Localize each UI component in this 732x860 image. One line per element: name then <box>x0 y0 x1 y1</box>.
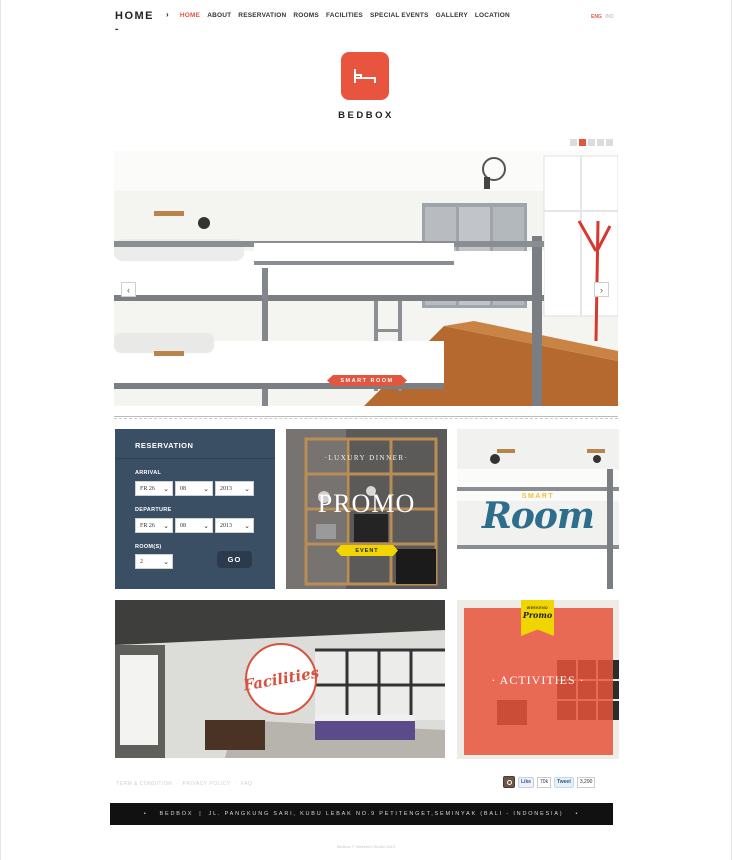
reservation-title-rule <box>115 458 275 459</box>
dorm-room-illustration <box>114 151 618 406</box>
address-bullet: • <box>143 811 148 817</box>
facebook-like-count: 70k <box>537 776 552 788</box>
chevron-left-icon: ‹ <box>127 284 130 295</box>
tweet-button[interactable]: Tweet <box>554 776 574 788</box>
footer-link-terms[interactable]: TERM & CONDITION <box>116 781 172 787</box>
slider-dot[interactable] <box>588 139 595 146</box>
address-brand: BEDBOX <box>159 811 194 817</box>
slider-dots <box>570 139 613 146</box>
nav-item-reservation[interactable]: RESERVATION <box>238 12 286 19</box>
nav-item-gallery[interactable]: GALLERY <box>436 12 468 19</box>
slider-dot[interactable] <box>597 139 604 146</box>
facebook-like-button[interactable]: Like <box>518 776 535 788</box>
footer-link-privacy[interactable]: PRIVACY POLICY <box>183 781 231 787</box>
home-brand-dash: - <box>115 24 120 35</box>
arrival-day-select[interactable]: FR 26 ⌄ <box>135 481 173 496</box>
go-button[interactable]: GO <box>217 551 252 568</box>
facilities-tile[interactable]: Facilities <box>115 600 445 758</box>
departure-label: DEPARTURE <box>135 507 172 513</box>
slider-dot-active[interactable] <box>579 139 586 146</box>
footer-links: TERM & CONDITION · PRIVACY POLICY · FAQ <box>116 781 252 787</box>
copyright-text: Bedbox © Weekend Studio 2013 <box>336 844 396 849</box>
tweet-count: 3,290 <box>576 776 596 788</box>
language-switch: ENG IND <box>591 14 614 20</box>
bed-icon <box>354 69 376 83</box>
nav-item-facilities[interactable]: FACILITIES <box>326 12 363 19</box>
footer-separator: · <box>234 781 237 787</box>
promo-event-tag: EVENT <box>336 545 398 556</box>
slider-dot[interactable] <box>570 139 577 146</box>
hero-slide-image <box>114 151 618 406</box>
chevron-right-icon: › <box>600 284 603 295</box>
chevron-down-icon: ⌄ <box>203 522 209 530</box>
lang-eng-link[interactable]: ENG <box>591 14 602 20</box>
departure-month-select[interactable]: 08 ⌄ <box>175 518 213 533</box>
social-buttons: Like 70k Tweet 3,290 <box>503 776 596 788</box>
departure-year-select[interactable]: 2013 ⌄ <box>215 518 254 533</box>
chevron-down-icon: ⌄ <box>163 485 169 493</box>
bedbox-logo[interactable] <box>341 52 389 100</box>
nav-item-about[interactable]: ABOUT <box>207 12 231 19</box>
departure-day-select[interactable]: FR 26 ⌄ <box>135 518 173 533</box>
promo-title: PROMO <box>317 489 416 518</box>
chevron-down-icon: ⌄ <box>163 558 169 566</box>
tweet-label: Tweet <box>557 779 571 785</box>
promo-tile[interactable]: ·LUXURY DINNER· PROMO EVENT <box>286 429 447 589</box>
address-text: JL. PANGKUNG SARI, KUBU LEBAK NO.9 PETIT… <box>208 811 564 817</box>
smart-room-script: Room <box>481 495 595 537</box>
nav-item-rooms[interactable]: ROOMS <box>293 12 319 19</box>
section-divider-dashed <box>114 418 618 419</box>
departure-year-value: 2013 <box>220 522 232 529</box>
activities-label: · ACTIVITIES · <box>491 673 585 687</box>
main-nav: › HOME ABOUT RESERVATION ROOMS FACILITIE… <box>166 10 510 20</box>
instagram-icon[interactable] <box>503 776 515 788</box>
weekend-ribbon-word: Promo <box>522 610 553 620</box>
slide-caption-badge: SMART ROOM <box>327 375 407 386</box>
facilities-badge-label: Facilities <box>241 663 321 695</box>
section-divider <box>114 416 618 417</box>
nav-item-special-events[interactable]: SPECIAL EVENTS <box>370 12 429 19</box>
promo-subtitle: ·LUXURY DINNER· <box>324 454 409 462</box>
slider-next-button[interactable]: › <box>594 282 609 297</box>
departure-month-value: 08 <box>180 522 186 529</box>
arrival-label: ARRIVAL <box>135 470 162 476</box>
address-divider: | <box>199 811 203 817</box>
reservation-title: RESERVATION <box>135 441 194 450</box>
chevron-down-icon: ⌄ <box>244 485 250 493</box>
rooms-value: 2 <box>140 558 143 565</box>
facebook-like-label: Like <box>521 779 532 785</box>
smart-room-tile[interactable]: SMART Room <box>457 429 619 589</box>
arrival-month-value: 08 <box>180 485 186 492</box>
facilities-badge: Facilities <box>241 643 321 715</box>
nav-chevron-icon: › <box>166 10 169 19</box>
chevron-down-icon: ⌄ <box>244 522 250 530</box>
departure-day-value: FR 26 <box>140 522 155 529</box>
footer-separator: · <box>176 781 179 787</box>
activities-tile[interactable]: WEEKEND Promo · ACTIVITIES · <box>457 600 619 759</box>
slider-dot[interactable] <box>606 139 613 146</box>
rooms-select[interactable]: 2 ⌄ <box>135 554 173 569</box>
chevron-down-icon: ⌄ <box>163 522 169 530</box>
address-bar: • BEDBOX | JL. PANGKUNG SARI, KUBU LEBAK… <box>110 803 613 825</box>
lang-ind-link[interactable]: IND <box>605 14 614 20</box>
arrival-day-value: FR 26 <box>140 485 155 492</box>
address-bullet: • <box>575 811 580 817</box>
arrival-year-select[interactable]: 2013 ⌄ <box>215 481 254 496</box>
slider-prev-button[interactable]: ‹ <box>121 282 136 297</box>
arrival-year-value: 2013 <box>220 485 232 492</box>
nav-item-location[interactable]: LOCATION <box>475 12 510 19</box>
reservation-widget: RESERVATION ARRIVAL FR 26 ⌄ 08 ⌄ 2013 ⌄ … <box>115 429 275 589</box>
home-brand-label: HOME <box>115 10 154 22</box>
logo-text: BEDBOX <box>338 110 394 121</box>
home-brand-link[interactable]: HOME - <box>115 10 154 35</box>
footer-link-faq[interactable]: FAQ <box>241 781 253 787</box>
chevron-down-icon: ⌄ <box>203 485 209 493</box>
rooms-label: ROOM(S) <box>135 544 162 550</box>
arrival-month-select[interactable]: 08 ⌄ <box>175 481 213 496</box>
nav-item-home[interactable]: HOME <box>180 12 200 19</box>
